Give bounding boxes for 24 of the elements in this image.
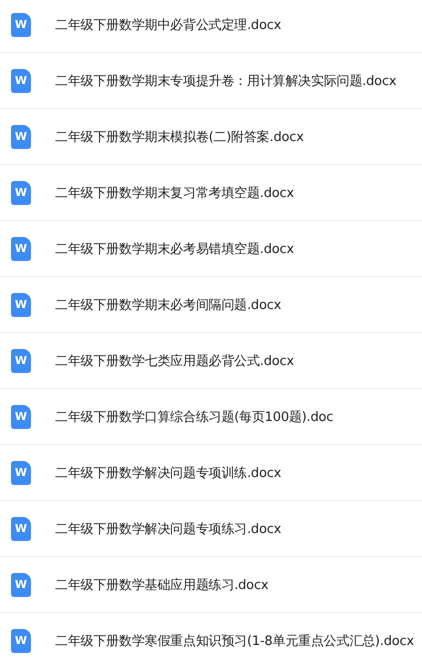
document-icon: W: [11, 68, 31, 92]
document-icon: W: [11, 460, 31, 484]
file-name[interactable]: 二年级下册数学期中必背公式定理.docx: [55, 16, 282, 34]
file-name[interactable]: 二年级下册数学解决问题专项练习.docx: [55, 520, 282, 538]
document-icon: W: [11, 516, 31, 540]
file-name[interactable]: 二年级下册数学期末复习常考填空题.docx: [55, 184, 294, 202]
document-icon: W: [11, 124, 31, 148]
file-name[interactable]: 二年级下册数学基础应用题练习.docx: [55, 576, 268, 594]
file-name[interactable]: 二年级下册数学期末模拟卷(二)附答案.docx: [55, 128, 304, 146]
document-icon: W: [11, 12, 31, 36]
document-icon: W: [11, 572, 31, 596]
document-icon: W: [11, 404, 31, 428]
document-icon: W: [11, 180, 31, 204]
document-icon: W: [11, 628, 31, 652]
file-name[interactable]: 二年级下册数学口算综合练习题(每页100题).doc: [55, 408, 334, 426]
file-name[interactable]: 二年级下册数学期末专项提升卷：用计算解决实际问题.docx: [55, 72, 396, 90]
file-name[interactable]: 二年级下册数学七类应用题必背公式.docx: [55, 352, 294, 370]
document-icon: W: [11, 292, 31, 316]
file-name[interactable]: 二年级下册数学期末必考间隔问题.docx: [55, 296, 282, 314]
file-name[interactable]: 二年级下册数学解决问题专项训练.docx: [55, 464, 282, 482]
document-icon: W: [11, 236, 31, 260]
document-icon: W: [11, 348, 31, 372]
file-name[interactable]: 二年级下册数学寒假重点知识预习(1-8单元重点公式汇总).docx: [55, 632, 414, 650]
file-name[interactable]: 二年级下册数学期末必考易错填空题.docx: [55, 240, 294, 258]
